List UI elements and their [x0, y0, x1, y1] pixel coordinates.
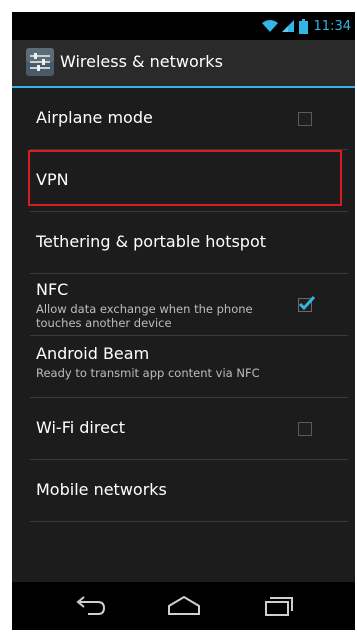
setting-android-beam[interactable]: Android Beam Ready to transmit app conte…: [12, 336, 355, 398]
wifi-direct-checkbox[interactable]: [298, 422, 312, 436]
battery-icon: [298, 18, 308, 34]
wifi-icon: [261, 20, 278, 32]
phone-screen: 11:34 Wireless & networks Airplane mode …: [12, 12, 355, 630]
nfc-checkbox[interactable]: [298, 295, 316, 312]
settings-app-icon[interactable]: [26, 48, 54, 76]
back-icon[interactable]: [72, 592, 108, 620]
setting-nfc[interactable]: NFC Allow data exchange when the phone t…: [12, 274, 355, 336]
checkmark-icon: [298, 295, 316, 311]
setting-title: Mobile networks: [36, 480, 167, 499]
setting-airplane-mode[interactable]: Airplane mode: [12, 88, 355, 150]
setting-summary: Ready to transmit app content via NFC: [36, 366, 260, 380]
setting-mobile-networks[interactable]: Mobile networks: [12, 460, 355, 522]
status-icons: 11:34: [261, 16, 351, 36]
recent-apps-icon[interactable]: [260, 592, 296, 620]
vpn-highlight-box: [28, 150, 342, 206]
setting-tethering[interactable]: Tethering & portable hotspot: [12, 212, 355, 274]
setting-title: Airplane mode: [36, 108, 153, 127]
airplane-mode-checkbox[interactable]: [298, 112, 312, 126]
status-bar: 11:34: [12, 12, 355, 40]
setting-wifi-direct[interactable]: Wi-Fi direct: [12, 398, 355, 460]
navigation-bar: [12, 582, 355, 630]
setting-title: Android Beam: [36, 344, 150, 363]
setting-title: Wi-Fi direct: [36, 418, 125, 437]
page-title: Wireless & networks: [60, 52, 223, 71]
setting-title: Tethering & portable hotspot: [36, 232, 267, 251]
signal-icon: [281, 20, 294, 32]
action-bar: Wireless & networks: [12, 40, 355, 88]
divider: [30, 521, 348, 522]
setting-title: NFC: [36, 280, 69, 299]
status-time: 11:34: [313, 18, 351, 34]
home-icon[interactable]: [166, 592, 202, 620]
setting-summary: Allow data exchange when the phone touch…: [36, 302, 253, 330]
